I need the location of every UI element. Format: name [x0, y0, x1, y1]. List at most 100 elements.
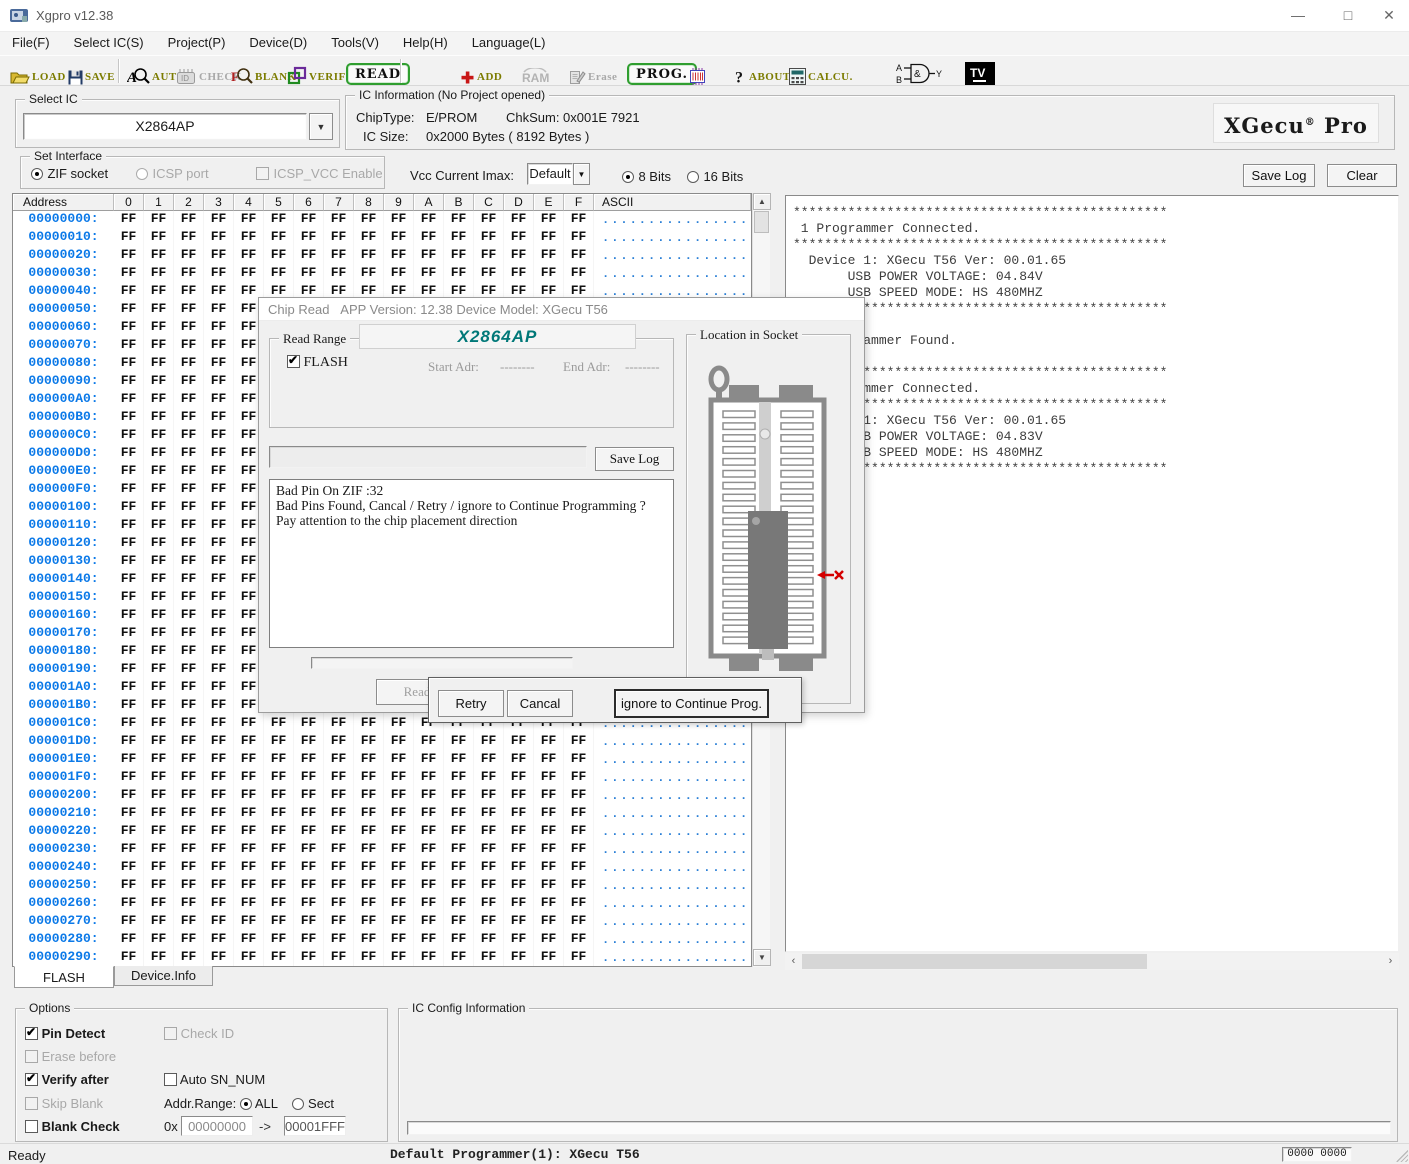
- hex-byte-cell[interactable]: FF: [444, 859, 474, 877]
- hex-byte-cell[interactable]: FF: [474, 949, 504, 967]
- hex-byte-cell[interactable]: FF: [264, 895, 294, 913]
- hex-byte-cell[interactable]: FF: [204, 481, 234, 499]
- hex-byte-cell[interactable]: FF: [444, 841, 474, 859]
- toolbar-tv-button[interactable]: TV: [965, 58, 995, 85]
- ic-combobox[interactable]: X2864AP: [23, 113, 307, 140]
- hex-byte-cell[interactable]: FF: [204, 427, 234, 445]
- hex-byte-cell[interactable]: FF: [204, 607, 234, 625]
- hex-byte-cell[interactable]: FF: [174, 283, 204, 301]
- hex-ascii-cell[interactable]: ................: [594, 841, 751, 859]
- hex-byte-cell[interactable]: FF: [114, 355, 144, 373]
- hex-byte-cell[interactable]: FF: [234, 913, 264, 931]
- hex-byte-cell[interactable]: FF: [504, 859, 534, 877]
- hex-byte-cell[interactable]: FF: [504, 247, 534, 265]
- hex-byte-cell[interactable]: FF: [114, 607, 144, 625]
- hex-byte-cell[interactable]: FF: [324, 913, 354, 931]
- hex-byte-cell[interactable]: FF: [114, 553, 144, 571]
- hex-byte-cell[interactable]: FF: [204, 697, 234, 715]
- hex-byte-cell[interactable]: FF: [354, 949, 384, 967]
- hex-byte-cell[interactable]: FF: [114, 229, 144, 247]
- hex-ascii-cell[interactable]: ................: [594, 211, 751, 229]
- hex-byte-cell[interactable]: FF: [174, 319, 204, 337]
- zif-socket-radio[interactable]: ZIF socket: [31, 165, 108, 183]
- scroll-right-icon[interactable]: ›: [1382, 953, 1399, 970]
- hex-byte-cell[interactable]: FF: [324, 931, 354, 949]
- hex-byte-cell[interactable]: FF: [444, 229, 474, 247]
- hex-byte-cell[interactable]: FF: [174, 895, 204, 913]
- hex-byte-cell[interactable]: FF: [264, 229, 294, 247]
- hex-byte-cell[interactable]: FF: [204, 229, 234, 247]
- hex-byte-cell[interactable]: FF: [444, 913, 474, 931]
- hex-byte-cell[interactable]: FF: [384, 823, 414, 841]
- hex-byte-cell[interactable]: FF: [114, 841, 144, 859]
- hex-byte-cell[interactable]: FF: [294, 823, 324, 841]
- hex-byte-cell[interactable]: FF: [204, 301, 234, 319]
- hex-ascii-cell[interactable]: ................: [594, 895, 751, 913]
- hex-byte-cell[interactable]: FF: [114, 715, 144, 733]
- hex-byte-cell[interactable]: FF: [534, 913, 564, 931]
- hex-byte-cell[interactable]: FF: [144, 283, 174, 301]
- hex-byte-cell[interactable]: FF: [504, 931, 534, 949]
- hex-byte-cell[interactable]: FF: [474, 931, 504, 949]
- hex-byte-cell[interactable]: FF: [234, 751, 264, 769]
- hex-ascii-cell[interactable]: ................: [594, 247, 751, 265]
- hex-byte-cell[interactable]: FF: [294, 913, 324, 931]
- bits16-radio[interactable]: 16 Bits: [687, 168, 743, 186]
- hex-byte-cell[interactable]: FF: [534, 859, 564, 877]
- hex-byte-cell[interactable]: FF: [414, 751, 444, 769]
- hex-byte-cell[interactable]: FF: [294, 769, 324, 787]
- hex-byte-cell[interactable]: FF: [264, 265, 294, 283]
- hex-byte-cell[interactable]: FF: [534, 823, 564, 841]
- hex-byte-cell[interactable]: FF: [174, 499, 204, 517]
- hex-byte-cell[interactable]: FF: [444, 805, 474, 823]
- hex-byte-cell[interactable]: FF: [534, 787, 564, 805]
- hex-byte-cell[interactable]: FF: [144, 841, 174, 859]
- save-log-button[interactable]: Save Log: [1243, 164, 1315, 187]
- hex-ascii-cell[interactable]: ................: [594, 859, 751, 877]
- hex-byte-cell[interactable]: FF: [144, 391, 174, 409]
- hex-byte-cell[interactable]: FF: [114, 337, 144, 355]
- hex-byte-cell[interactable]: FF: [504, 805, 534, 823]
- hex-byte-cell[interactable]: FF: [234, 787, 264, 805]
- scroll-down-icon[interactable]: ▼: [753, 949, 771, 966]
- hex-byte-cell[interactable]: FF: [114, 661, 144, 679]
- hex-byte-cell[interactable]: FF: [324, 247, 354, 265]
- hex-byte-cell[interactable]: FF: [474, 787, 504, 805]
- hex-byte-cell[interactable]: FF: [174, 949, 204, 967]
- hex-byte-cell[interactable]: FF: [504, 229, 534, 247]
- hex-byte-cell[interactable]: FF: [204, 733, 234, 751]
- hex-byte-cell[interactable]: FF: [204, 625, 234, 643]
- hex-byte-cell[interactable]: FF: [504, 733, 534, 751]
- hex-byte-cell[interactable]: FF: [204, 247, 234, 265]
- hex-byte-cell[interactable]: FF: [114, 373, 144, 391]
- hex-byte-cell[interactable]: FF: [234, 895, 264, 913]
- hex-byte-cell[interactable]: FF: [114, 751, 144, 769]
- hex-byte-cell[interactable]: FF: [354, 805, 384, 823]
- hex-byte-cell[interactable]: FF: [414, 211, 444, 229]
- hex-byte-cell[interactable]: FF: [354, 913, 384, 931]
- hex-byte-cell[interactable]: FF: [234, 247, 264, 265]
- hex-byte-cell[interactable]: FF: [564, 913, 594, 931]
- hex-byte-cell[interactable]: FF: [564, 877, 594, 895]
- hex-byte-cell[interactable]: FF: [264, 787, 294, 805]
- hex-byte-cell[interactable]: FF: [534, 769, 564, 787]
- hex-byte-cell[interactable]: FF: [474, 913, 504, 931]
- hex-byte-cell[interactable]: FF: [174, 823, 204, 841]
- hex-byte-cell[interactable]: FF: [444, 769, 474, 787]
- hex-byte-cell[interactable]: FF: [324, 265, 354, 283]
- hex-byte-cell[interactable]: FF: [144, 679, 174, 697]
- hex-ascii-cell[interactable]: ................: [594, 805, 751, 823]
- hex-byte-cell[interactable]: FF: [174, 607, 204, 625]
- hex-byte-cell[interactable]: FF: [414, 931, 444, 949]
- menu-select-ic[interactable]: Select IC(S): [62, 32, 156, 55]
- hex-byte-cell[interactable]: FF: [144, 337, 174, 355]
- hex-byte-cell[interactable]: FF: [204, 265, 234, 283]
- scroll-up-icon[interactable]: ▲: [753, 193, 771, 210]
- hex-byte-cell[interactable]: FF: [534, 211, 564, 229]
- hex-byte-cell[interactable]: FF: [474, 751, 504, 769]
- hex-byte-cell[interactable]: FF: [204, 535, 234, 553]
- hex-byte-cell[interactable]: FF: [114, 409, 144, 427]
- hex-byte-cell[interactable]: FF: [294, 247, 324, 265]
- hex-byte-cell[interactable]: FF: [444, 895, 474, 913]
- hex-byte-cell[interactable]: FF: [414, 265, 444, 283]
